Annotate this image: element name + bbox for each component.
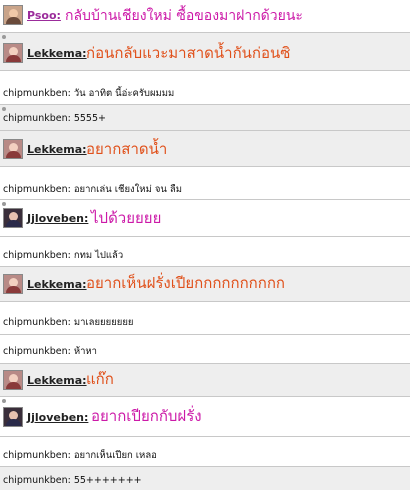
- chat-message: Lekkema: อยากเห็นฝรั่งเปียกกกกกกกกกก: [0, 267, 410, 302]
- message-text: กลับบ้านเชียงใหม่ ซื้อของมาฝากด้วยนะ: [65, 8, 303, 24]
- chat-line: chipmunkben: อยากเล่น เชียงใหม่ จน ลืม: [0, 167, 410, 200]
- message-text: ไปด้วยยยย: [91, 209, 162, 227]
- chat-line: chipmunkben: วัน อาทิต นี้อ่ะครับผมมม: [0, 71, 410, 105]
- chat-line: chipmunkben: ห้าหา: [0, 335, 410, 364]
- chat-line: chipmunkben: 55+++++++: [0, 467, 410, 490]
- message-text: chipmunkben: กทม ไปแล้ว: [3, 250, 124, 261]
- chat-message: Psoo: กลับบ้านเชียงใหม่ ซื้อของมาฝากด้วย…: [0, 0, 410, 33]
- bullet-dot: [2, 399, 6, 403]
- chat-message: Jjloveben: อยากเปียกกับฝรั่ง: [0, 397, 410, 437]
- speaker-name[interactable]: Lekkema:: [27, 143, 87, 156]
- chat-line: chipmunkben: มาเลยยยยยยย: [0, 302, 410, 335]
- avatar[interactable]: [3, 407, 23, 427]
- avatar[interactable]: [3, 43, 23, 63]
- chat-message: Lekkema: แก๊ก: [0, 364, 410, 397]
- avatar[interactable]: [3, 139, 23, 159]
- chat-message: Jjloveben: ไปด้วยยยย: [0, 200, 410, 237]
- avatar[interactable]: [3, 208, 23, 228]
- message-text: chipmunkben: 5555+: [3, 113, 106, 124]
- chat-log: Psoo: กลับบ้านเชียงใหม่ ซื้อของมาฝากด้วย…: [0, 0, 410, 490]
- chat-line: chipmunkben: อยากเห็นเปียก เหลอ: [0, 437, 410, 467]
- speaker-name[interactable]: Jjloveben:: [27, 212, 88, 225]
- speaker-name[interactable]: Lekkema:: [27, 374, 87, 387]
- message-text: อยากเปียกกับฝรั่ง: [91, 407, 202, 425]
- chat-line: chipmunkben: กทม ไปแล้ว: [0, 237, 410, 267]
- message-text: chipmunkben: อยากเล่น เชียงใหม่ จน ลืม: [3, 184, 183, 195]
- chat-line: chipmunkben: 5555+: [0, 105, 410, 131]
- message-text: อยากสาดน้ำ: [86, 140, 168, 158]
- message-text: ก่อนกลับแวะมาสาดน้ำกันก่อนซิ: [86, 44, 291, 62]
- message-text: chipmunkben: วัน อาทิต นี้อ่ะครับผมมม: [3, 88, 175, 99]
- chat-message: Lekkema: ก่อนกลับแวะมาสาดน้ำกันก่อนซิ: [0, 33, 410, 71]
- message-text: อยากเห็นฝรั่งเปียกกกกกกกกกก: [86, 274, 285, 292]
- speaker-name[interactable]: Jjloveben:: [27, 411, 88, 424]
- avatar[interactable]: [3, 274, 23, 294]
- message-text: chipmunkben: ห้าหา: [3, 346, 98, 357]
- message-text: chipmunkben: อยากเห็นเปียก เหลอ: [3, 450, 157, 461]
- message-text: แก๊ก: [86, 370, 114, 388]
- speaker-name[interactable]: Psoo:: [27, 9, 61, 22]
- speaker-name[interactable]: Lekkema:: [27, 47, 87, 60]
- message-text: chipmunkben: 55+++++++: [3, 475, 142, 486]
- message-text: chipmunkben: มาเลยยยยยยย: [3, 317, 134, 328]
- bullet-dot: [2, 202, 6, 206]
- chat-message: Lekkema: อยากสาดน้ำ: [0, 131, 410, 167]
- speaker-name[interactable]: Lekkema:: [27, 278, 87, 291]
- avatar[interactable]: [3, 370, 23, 390]
- avatar[interactable]: [3, 5, 23, 25]
- bullet-dot: [2, 107, 6, 111]
- bullet-dot: [2, 35, 6, 39]
